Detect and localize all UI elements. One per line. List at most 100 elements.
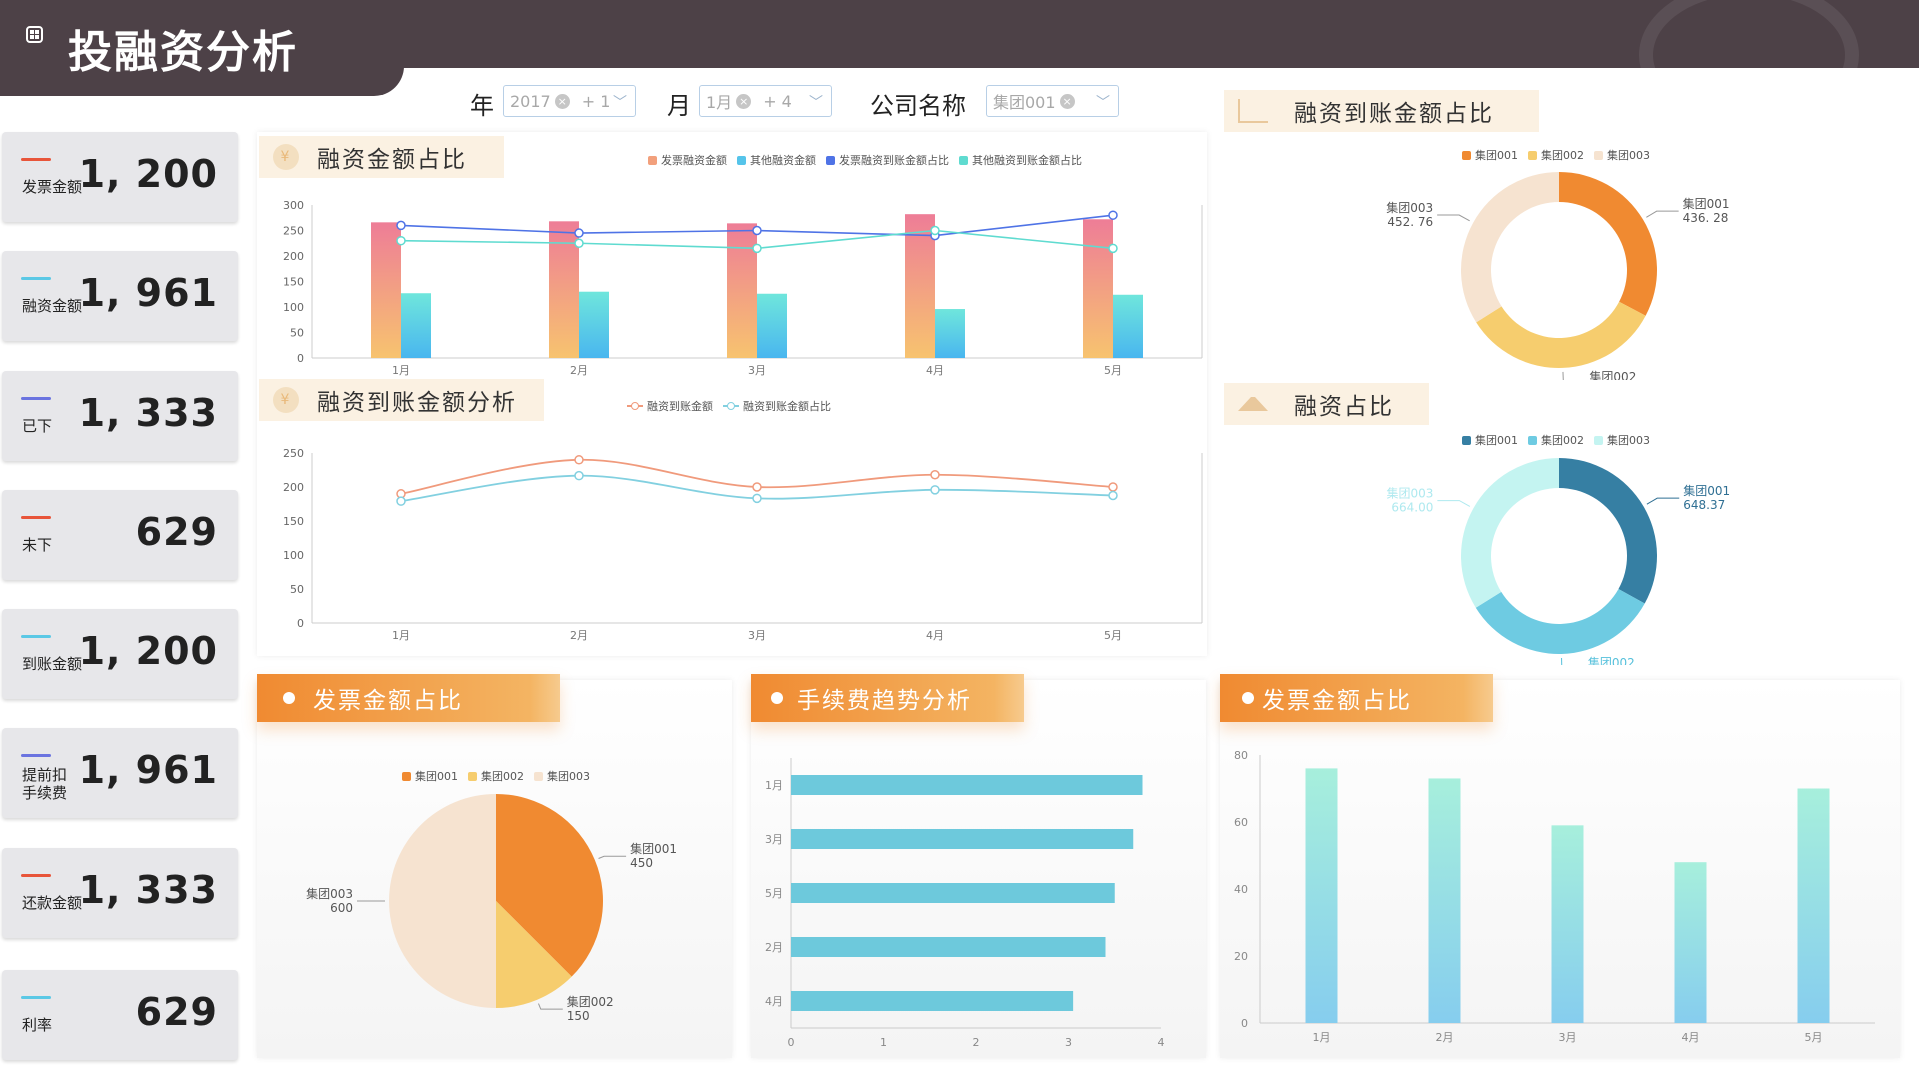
dashboard-icon[interactable]: [26, 26, 43, 43]
bar-other-financing: [1113, 294, 1143, 358]
financing-donut-chart: 集团001648.37集团002649.03集团003664.00: [1386, 458, 1730, 665]
combo-legend[interactable]: 发票融资金额 其他融资金额 发票融资到账金额占比 其他融资到账金额占比: [648, 152, 1092, 168]
company-select[interactable]: 集团001 × ﹀: [986, 85, 1119, 117]
series-point: [752, 243, 762, 254]
series-point: [752, 493, 762, 504]
slice-label-line: [1437, 500, 1471, 507]
x-tick-label: 2: [973, 1036, 980, 1049]
legend-item[interactable]: 融资到账金额占比: [723, 398, 831, 414]
company-label: 公司名称: [870, 92, 966, 120]
clear-icon[interactable]: ×: [554, 93, 570, 109]
series-point: [752, 482, 762, 492]
month-more-count: + 4: [763, 91, 792, 111]
slice-label: 集团002: [1589, 369, 1636, 380]
invoice-bar: [1551, 825, 1584, 1023]
title-tab: 投融资分析: [0, 0, 404, 96]
slice-label-line: [538, 1003, 563, 1010]
y-tick-label: 20: [1234, 950, 1248, 963]
kpi-card[interactable]: 提前扣 手续费 1, 961: [2, 728, 238, 818]
legend-item[interactable]: 发票融资金额: [648, 152, 727, 168]
bar-invoice-financing: [727, 223, 757, 358]
legend-label: 融资到账金额占比: [743, 400, 831, 413]
pie-slice: [1476, 301, 1646, 369]
y-tick-label-left: 100: [283, 549, 304, 562]
y-tick-label: 80: [1234, 749, 1248, 762]
x-tick-label: 2月: [570, 364, 588, 377]
kpi-card[interactable]: 还款金额 1, 333: [2, 848, 238, 938]
month-select[interactable]: 1月 × + 4 ﹀: [699, 85, 832, 117]
invoice-bar: [1674, 862, 1707, 1023]
arrival-analysis-title-text: 融资到账金额分析: [317, 390, 517, 416]
x-tick-label: 5月: [1805, 1031, 1823, 1044]
y-tick-label: 2月: [765, 941, 783, 954]
pie-slice: [1475, 588, 1645, 654]
kpi-label: 未下: [22, 536, 53, 554]
legend-label: 其他融资到账金额占比: [972, 154, 1082, 167]
legend-item[interactable]: 其他融资金额: [737, 152, 816, 168]
month-selected-value: 1月: [706, 93, 733, 112]
chevron-down-icon[interactable]: ﹀: [1096, 92, 1110, 112]
kpi-card[interactable]: 已下 1, 333: [2, 371, 238, 461]
kpi-accent-bar: [21, 996, 51, 999]
slice-label-line: [598, 855, 627, 859]
kpi-accent-bar: [21, 277, 51, 280]
year-more-count: + 1: [581, 91, 611, 111]
x-tick-label: 3月: [1559, 1031, 1577, 1044]
slice-label-line: [1562, 371, 1564, 380]
y-tick-label-left: 250: [283, 447, 304, 460]
kpi-value: 1, 961: [78, 271, 218, 315]
slice-label: 集团001: [630, 841, 677, 856]
yen-coin-icon: ¥: [273, 144, 299, 170]
kpi-value: 1, 333: [78, 391, 218, 435]
kpi-card[interactable]: 利率 629: [2, 970, 238, 1060]
x-tick-label: 1月: [392, 364, 410, 377]
slice-label-line: [1437, 214, 1470, 222]
page-title: 投融资分析: [68, 27, 298, 78]
invoice-bar: [1797, 788, 1830, 1023]
chevron-down-icon[interactable]: ﹀: [809, 92, 823, 112]
slice-label: 集团002: [1588, 655, 1635, 665]
bar-other-financing: [579, 291, 609, 358]
pie-slice: [1461, 172, 1559, 323]
y-tick-label-left: 50: [290, 583, 304, 596]
legend-item[interactable]: 发票融资到账金额占比: [826, 152, 949, 168]
y-tick-label: 40: [1234, 883, 1248, 896]
year-label: 年: [470, 92, 494, 120]
y-tick-label: 60: [1234, 816, 1248, 829]
series-point: [930, 470, 940, 480]
kpi-accent-bar: [21, 397, 51, 400]
invoice-bar: [1305, 768, 1338, 1023]
kpi-value: 629: [135, 510, 218, 554]
kpi-value: 1, 200: [78, 629, 218, 673]
bullet-icon: [283, 692, 295, 704]
chevron-down-icon[interactable]: ﹀: [613, 92, 627, 112]
y-tick-label: 4月: [765, 995, 783, 1008]
invoice-bar-title: 发票金额占比: [1220, 674, 1493, 722]
slice-label-line: [1561, 657, 1563, 665]
x-tick-label: 3: [1065, 1036, 1072, 1049]
slice-value: 436. 28: [1683, 211, 1729, 225]
series-point: [1108, 490, 1118, 501]
kpi-card[interactable]: 融资金额 1, 961: [2, 251, 238, 341]
x-tick-label: 4月: [926, 364, 944, 377]
arrival-ratio-title-text: 融资到账金额占比: [1294, 101, 1494, 127]
legend-label: 融资到账金额: [647, 400, 713, 413]
slice-label: 集团003: [1386, 200, 1433, 215]
financing-share-title: 融资占比: [1224, 383, 1429, 425]
kpi-label: 利率: [22, 1016, 53, 1034]
arrival-legend[interactable]: 融资到账金额 融资到账金额占比: [627, 398, 841, 414]
clear-icon[interactable]: ×: [1059, 93, 1075, 109]
legend-item[interactable]: 其他融资到账金额占比: [959, 152, 1082, 168]
kpi-accent-bar: [21, 516, 51, 519]
pie-slice: [389, 794, 496, 1008]
kpi-card[interactable]: 发票金额 1, 200: [2, 132, 238, 222]
year-select[interactable]: 2017 × + 1 ﹀: [503, 85, 636, 117]
line-chart-icon: [1238, 99, 1268, 123]
clear-icon[interactable]: ×: [736, 93, 752, 109]
x-tick-label: 5月: [1104, 629, 1122, 642]
kpi-card[interactable]: 未下 629: [2, 490, 238, 580]
kpi-card[interactable]: 到账金额 1, 200: [2, 609, 238, 699]
invoice-pie-chart: 集团001450 集团002150 集团003600: [306, 794, 677, 1023]
company-selected-value: 集团001: [993, 93, 1056, 112]
legend-item[interactable]: 融资到账金额: [627, 398, 713, 414]
